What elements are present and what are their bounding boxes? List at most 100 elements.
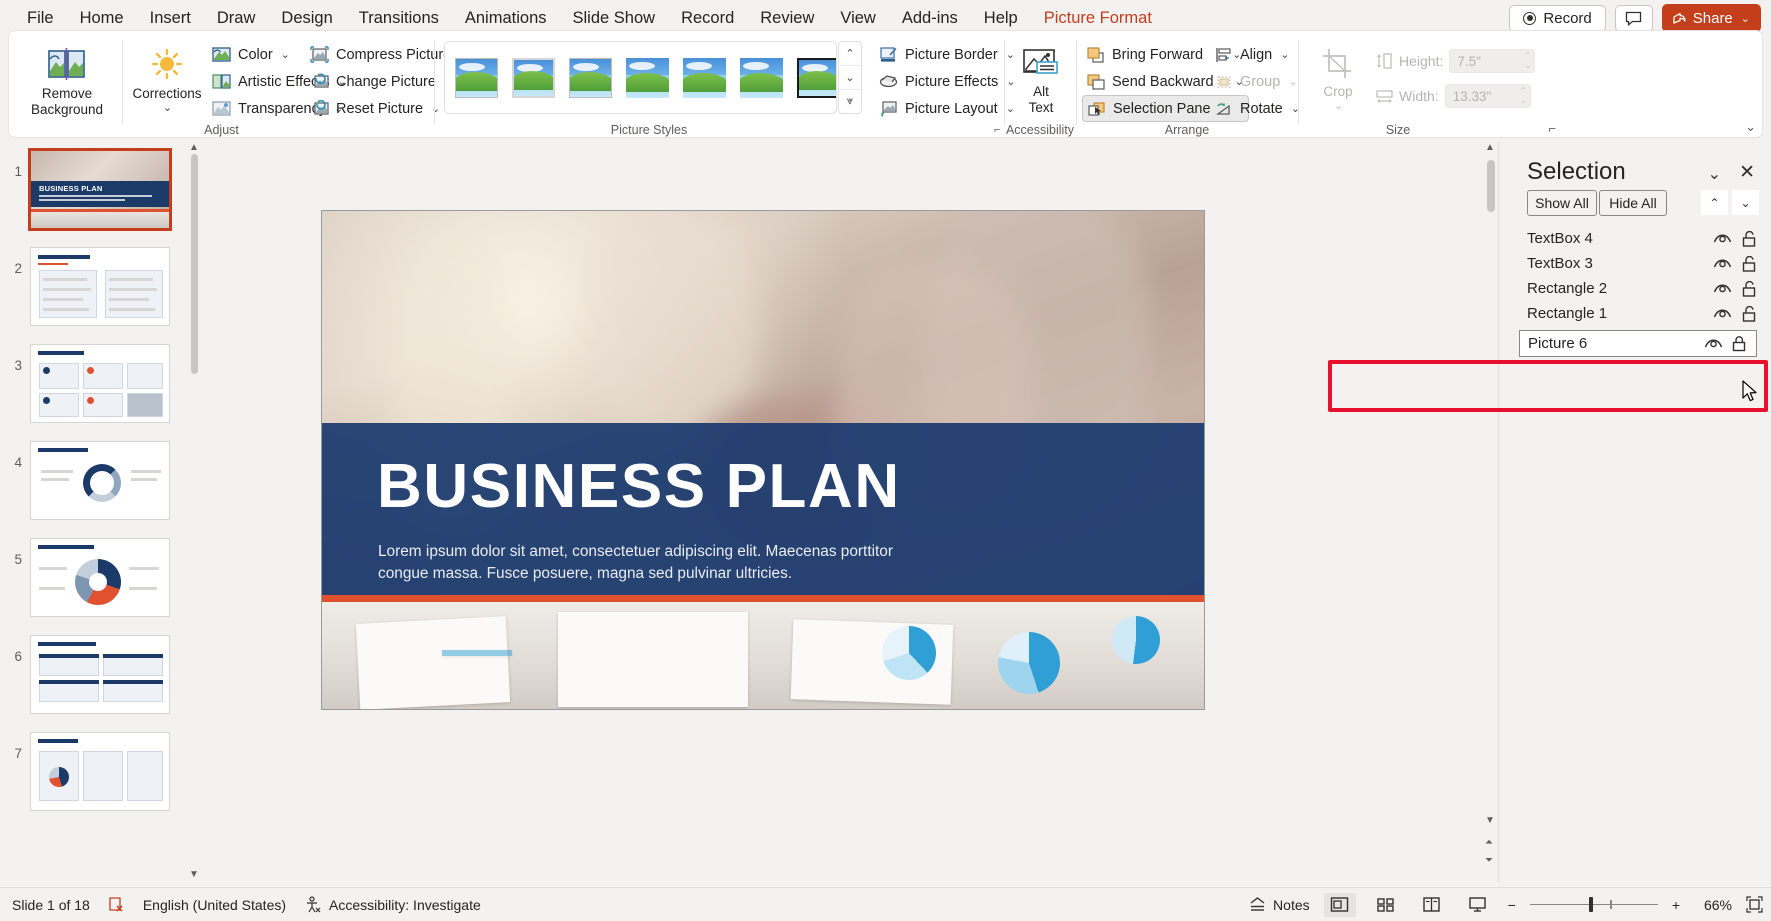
language-status[interactable]: English (United States) <box>143 897 286 913</box>
scrollbar-thumb[interactable] <box>191 154 198 374</box>
tab-slide-show[interactable]: Slide Show <box>560 4 669 33</box>
thumbnail-pane-scrollbar[interactable]: ▲ ▼ <box>188 142 201 882</box>
tab-animations[interactable]: Animations <box>452 4 560 33</box>
spell-check-button[interactable] <box>108 896 125 913</box>
slide-subtitle[interactable]: Lorem ipsum dolor sit amet, consectetuer… <box>378 541 938 586</box>
hide-all-button[interactable]: Hide All <box>1599 190 1667 216</box>
slide-mini-canvas[interactable] <box>30 538 170 617</box>
zoom-slider-handle[interactable] <box>1588 897 1593 912</box>
scrollbar-thumb[interactable] <box>1487 160 1495 212</box>
picture-styles-gallery[interactable] <box>444 41 837 114</box>
selection-item-textbox-3[interactable]: TextBox 3 <box>1499 251 1771 276</box>
zoom-in-button[interactable]: + <box>1672 897 1680 913</box>
picture-effects-button[interactable]: Picture Effects ⌄ <box>874 68 1020 95</box>
picture-style-thumb[interactable] <box>683 57 726 98</box>
fit-slide-button[interactable] <box>1746 896 1763 913</box>
height-spinner[interactable]: ⌃ ⌄ <box>1525 51 1532 71</box>
move-up-icon[interactable]: ⌃ <box>1701 190 1728 215</box>
selection-item-name-input[interactable]: Picture 6 <box>1528 335 1587 352</box>
slide-thumbnail-4[interactable]: 4 <box>0 441 190 520</box>
tab-help[interactable]: Help <box>971 4 1031 33</box>
slide-thumbnail-2[interactable]: 2 <box>0 247 190 326</box>
normal-view-button[interactable] <box>1323 892 1356 917</box>
comments-button[interactable] <box>1614 4 1653 32</box>
picture-style-thumb[interactable] <box>740 57 783 98</box>
lock-open-icon[interactable] <box>1742 280 1757 297</box>
tab-picture-format[interactable]: Picture Format <box>1031 4 1165 36</box>
picture-style-thumb[interactable] <box>626 57 669 98</box>
tab-design[interactable]: Design <box>268 4 345 33</box>
scroll-down-icon[interactable]: ▼ <box>189 869 199 880</box>
current-slide[interactable]: BUSINESS PLAN Lorem ipsum dolor sit amet… <box>321 210 1205 710</box>
scroll-up-icon[interactable]: ▲ <box>189 142 199 153</box>
slide-show-button[interactable] <box>1462 893 1494 917</box>
slide-sorter-button[interactable] <box>1370 893 1402 917</box>
remove-background-button[interactable]: Remove Background <box>21 41 113 118</box>
visibility-icon[interactable] <box>1713 307 1732 320</box>
alt-text-button[interactable]: Alt Text <box>1012 41 1070 116</box>
picture-style-thumb[interactable] <box>512 57 555 98</box>
slide-bottom-photo[interactable] <box>322 602 1204 709</box>
lock-open-icon[interactable] <box>1742 230 1757 247</box>
tab-add-ins[interactable]: Add-ins <box>889 4 971 33</box>
zoom-level[interactable]: 66% <box>1694 897 1732 913</box>
selection-item-picture-6[interactable]: Picture 6 <box>1519 330 1757 357</box>
rotate-button[interactable]: Rotate ⌄ <box>1210 95 1305 122</box>
slide-mini-canvas[interactable]: BUSINESS PLAN <box>28 148 172 231</box>
move-down-icon[interactable]: ⌄ <box>1732 190 1759 215</box>
tab-view[interactable]: View <box>827 4 888 33</box>
scroll-up-icon[interactable]: ▲ <box>1485 142 1495 153</box>
slide-mini-canvas[interactable] <box>30 732 170 811</box>
tab-draw[interactable]: Draw <box>204 4 269 33</box>
visibility-icon[interactable] <box>1713 257 1732 270</box>
slide-counter[interactable]: Slide 1 of 18 <box>12 897 90 913</box>
selection-item-textbox-4[interactable]: TextBox 4 <box>1499 226 1771 251</box>
visibility-icon[interactable] <box>1713 282 1732 295</box>
corrections-button[interactable]: Corrections ⌄ <box>129 41 205 115</box>
lock-open-icon[interactable] <box>1742 255 1757 272</box>
slide-title[interactable]: BUSINESS PLAN <box>377 451 901 522</box>
slide-mini-canvas[interactable] <box>30 344 170 423</box>
accessibility-status[interactable]: Accessibility: Investigate <box>304 895 481 914</box>
slide-thumbnail-5[interactable]: 5 <box>0 538 190 617</box>
record-button[interactable]: Record <box>1509 4 1606 32</box>
slide-thumbnail-pane[interactable]: 1 BUSINESS PLAN 2 3 4 5 6 7 <box>0 142 204 882</box>
chevron-down-icon[interactable]: ⌄ <box>1708 164 1721 184</box>
tab-record[interactable]: Record <box>668 4 747 33</box>
size-dialog-launcher[interactable]: ⌐ <box>1548 121 1556 136</box>
canvas-scrollbar[interactable]: ▲ ▼ ⏶ ⏷ <box>1484 142 1498 882</box>
collapse-ribbon-icon[interactable]: ⌄ <box>1745 119 1756 135</box>
slide-thumbnail-7[interactable]: 7 <box>0 732 190 811</box>
slide-thumbnail-1[interactable]: 1 BUSINESS PLAN <box>0 148 190 231</box>
tab-insert[interactable]: Insert <box>137 4 204 33</box>
selection-item-rectangle-1[interactable]: Rectangle 1 <box>1499 301 1771 326</box>
gallery-expand-icon[interactable]: ⩔ <box>839 90 861 113</box>
slide-editing-canvas[interactable]: BUSINESS PLAN Lorem ipsum dolor sit amet… <box>204 142 1484 882</box>
notes-button[interactable]: Notes <box>1249 897 1310 913</box>
picture-style-thumb[interactable] <box>569 57 612 98</box>
reading-view-button[interactable] <box>1416 893 1448 917</box>
tab-home[interactable]: Home <box>67 4 137 33</box>
width-spinner[interactable]: ⌃ ⌄ <box>1520 86 1527 106</box>
picture-border-button[interactable]: Picture Border ⌄ <box>874 41 1020 68</box>
share-button[interactable]: Share ⌄ <box>1661 4 1761 32</box>
next-slide-icon[interactable]: ⏷ <box>1485 855 1493 866</box>
selection-item-rectangle-2[interactable]: Rectangle 2 <box>1499 276 1771 301</box>
picture-layout-button[interactable]: Picture Layout ⌄ <box>874 95 1020 122</box>
slide-thumbnail-6[interactable]: 6 <box>0 635 190 714</box>
align-button[interactable]: Align ⌄ <box>1210 41 1305 68</box>
picture-styles-scroll[interactable]: ⌃ ⌄ ⩔ <box>838 41 862 114</box>
previous-slide-icon[interactable]: ⏶ <box>1485 837 1493 848</box>
picture-style-thumb[interactable] <box>455 57 498 98</box>
slide-mini-canvas[interactable] <box>30 247 170 326</box>
slide-mini-canvas[interactable] <box>30 441 170 520</box>
picture-style-thumb-selected[interactable] <box>797 57 836 98</box>
lock-open-icon[interactable] <box>1742 305 1757 322</box>
tab-transitions[interactable]: Transitions <box>346 4 452 33</box>
width-input[interactable]: 13.33" ⌃ ⌄ <box>1444 84 1531 108</box>
zoom-out-button[interactable]: − <box>1508 897 1516 913</box>
show-all-button[interactable]: Show All <box>1527 190 1597 216</box>
tab-review[interactable]: Review <box>747 4 827 33</box>
gallery-scroll-down-icon[interactable]: ⌄ <box>839 66 861 90</box>
height-input[interactable]: 7.5" ⌃ ⌄ <box>1449 49 1536 73</box>
